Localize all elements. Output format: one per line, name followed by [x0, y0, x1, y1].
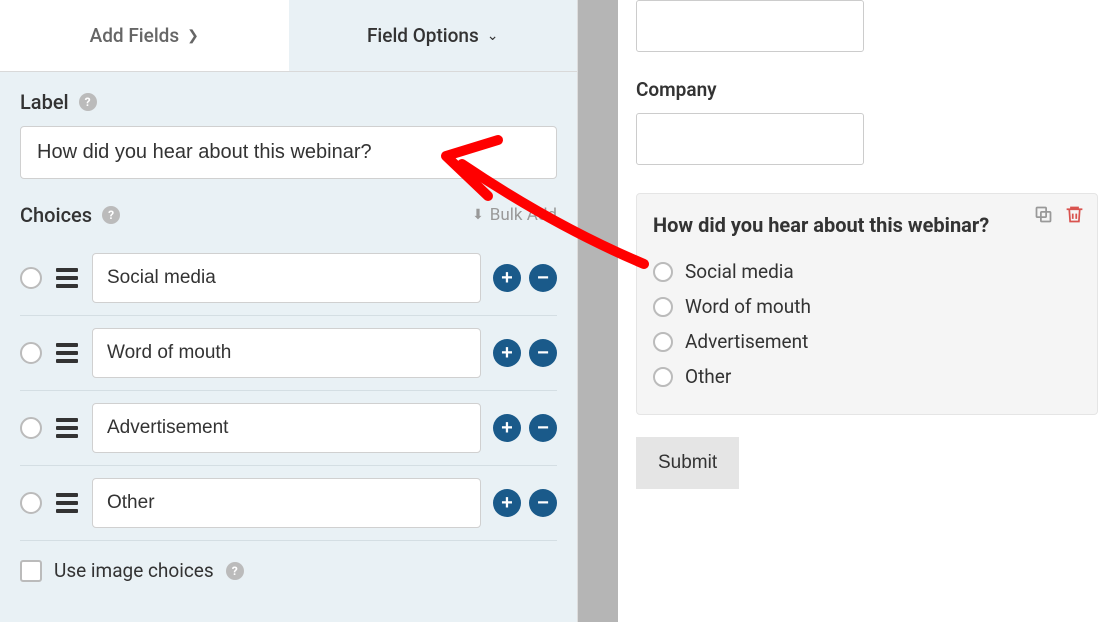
radio-icon — [653, 262, 673, 282]
trash-icon[interactable] — [1064, 204, 1085, 229]
choice-input[interactable] — [92, 403, 481, 453]
drag-handle-icon[interactable] — [54, 266, 80, 290]
radio-default-toggle[interactable] — [20, 417, 42, 439]
image-choices-label: Use image choices — [54, 559, 214, 582]
bulk-add-button[interactable]: ⬇ Bulk Add — [472, 205, 557, 225]
preview-submit-button[interactable]: Submit — [636, 437, 739, 489]
remove-choice-button[interactable]: − — [529, 264, 557, 292]
preview-option-label: Social media — [685, 260, 794, 283]
add-choice-button[interactable]: + — [493, 489, 521, 517]
label-section-head: Label ? — [20, 90, 557, 114]
tab-field-options[interactable]: Field Options ⌄ — [289, 0, 578, 71]
tab-add-fields[interactable]: Add Fields ❯ — [0, 0, 289, 71]
tab-field-options-label: Field Options — [367, 24, 479, 47]
help-icon[interactable]: ? — [102, 206, 120, 224]
preview-company-label: Company — [636, 78, 1098, 101]
field-options-panel: Label ? Choices ? ⬇ Bulk Add + — [0, 72, 577, 622]
label-heading: Label — [20, 90, 69, 114]
tabs-bar: Add Fields ❯ Field Options ⌄ — [0, 0, 577, 72]
bulk-add-label: Bulk Add — [490, 205, 557, 225]
duplicate-icon[interactable] — [1033, 204, 1054, 229]
chevron-right-icon: ❯ — [187, 28, 199, 44]
choices-heading: Choices — [20, 203, 92, 227]
preview-company-input[interactable] — [636, 113, 864, 165]
choice-input[interactable] — [92, 328, 481, 378]
settings-panel: Add Fields ❯ Field Options ⌄ Label ? Cho… — [0, 0, 578, 622]
remove-choice-button[interactable]: − — [529, 489, 557, 517]
drag-handle-icon[interactable] — [54, 341, 80, 365]
preview-radio-option[interactable]: Other — [653, 359, 1081, 394]
radio-default-toggle[interactable] — [20, 267, 42, 289]
preview-selected-field[interactable]: How did you hear about this webinar? Soc… — [636, 193, 1098, 415]
help-icon[interactable]: ? — [79, 93, 97, 111]
radio-icon — [653, 297, 673, 317]
preview-radio-option[interactable]: Word of mouth — [653, 289, 1081, 324]
preview-prev-field-input[interactable] — [636, 0, 864, 52]
radio-default-toggle[interactable] — [20, 342, 42, 364]
download-icon: ⬇ — [472, 207, 484, 223]
preview-question: How did you hear about this webinar? — [653, 212, 1081, 238]
remove-choice-button[interactable]: − — [529, 414, 557, 442]
choice-row: + − — [20, 466, 557, 541]
add-choice-button[interactable]: + — [493, 339, 521, 367]
add-choice-button[interactable]: + — [493, 414, 521, 442]
tab-add-fields-label: Add Fields — [90, 24, 180, 47]
choice-input[interactable] — [92, 253, 481, 303]
add-choice-button[interactable]: + — [493, 264, 521, 292]
preview-option-label: Other — [685, 365, 731, 388]
label-input[interactable] — [20, 126, 557, 179]
preview-option-label: Word of mouth — [685, 295, 811, 318]
image-choices-row: Use image choices ? — [20, 559, 557, 582]
radio-default-toggle[interactable] — [20, 492, 42, 514]
preview-option-label: Advertisement — [685, 330, 808, 353]
choice-row: + − — [20, 241, 557, 316]
remove-choice-button[interactable]: − — [529, 339, 557, 367]
radio-icon — [653, 367, 673, 387]
chevron-down-icon: ⌄ — [487, 28, 499, 44]
choice-input[interactable] — [92, 478, 481, 528]
panel-divider — [578, 0, 618, 622]
choice-row: + − — [20, 391, 557, 466]
radio-icon — [653, 332, 673, 352]
help-icon[interactable]: ? — [226, 562, 244, 580]
drag-handle-icon[interactable] — [54, 491, 80, 515]
drag-handle-icon[interactable] — [54, 416, 80, 440]
form-preview: Company How did you hear about this webi… — [618, 0, 1116, 622]
preview-radio-option[interactable]: Social media — [653, 254, 1081, 289]
choice-row: + − — [20, 316, 557, 391]
choices-section-head: Choices ? ⬇ Bulk Add — [20, 203, 557, 227]
preview-radio-option[interactable]: Advertisement — [653, 324, 1081, 359]
image-choices-checkbox[interactable] — [20, 560, 42, 582]
field-actions — [1033, 204, 1085, 229]
